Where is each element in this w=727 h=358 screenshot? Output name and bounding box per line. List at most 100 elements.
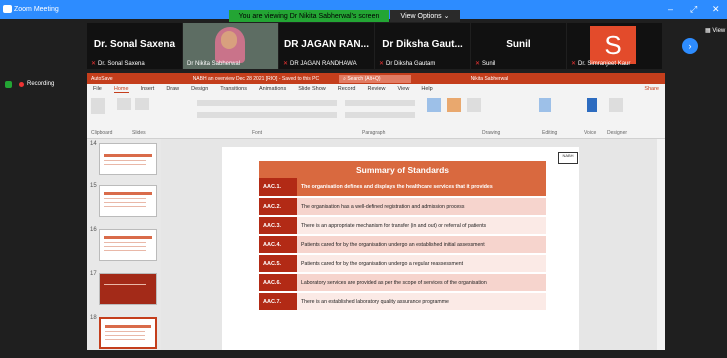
participant-tile[interactable]: S ✕ Dr. Simranjeet Kaur [567, 23, 662, 69]
table-row: AAC.3. There is an appropriate mechanism … [259, 216, 546, 236]
share-banner: You are viewing Dr Nikita Sabherwal's sc… [229, 10, 389, 22]
slide-logo: NABH [558, 152, 578, 164]
vertical-scrollbar[interactable] [657, 139, 665, 358]
share-button[interactable]: Share [644, 86, 659, 92]
participant-tile[interactable]: Dr Diksha Gaut... ✕ Dr Diksha Gautam [375, 23, 470, 69]
thumb-number: 15 [90, 183, 97, 189]
reuse-slides-icon[interactable] [135, 98, 149, 110]
tab-record[interactable]: Record [338, 86, 356, 92]
participant-label: Sunil [482, 61, 496, 67]
slide-thumbnail[interactable] [99, 143, 157, 175]
tab-slide-show[interactable]: Slide Show [298, 86, 326, 92]
tab-draw[interactable]: Draw [166, 86, 179, 92]
tab-home[interactable]: Home [113, 86, 129, 93]
standards-table: Summary of Standards AAC.1. The organisat… [259, 161, 546, 312]
participant-label: Dr. Sonal Saxena [98, 61, 145, 67]
font-format-controls[interactable] [197, 112, 337, 118]
zoom-toolbar [0, 350, 727, 358]
tab-insert[interactable]: Insert [141, 86, 155, 92]
slide-title: Summary of Standards [259, 161, 546, 178]
thumb-number: 14 [90, 141, 97, 147]
tab-transitions[interactable]: Transitions [220, 86, 247, 92]
standard-code: AAC.4. [259, 235, 297, 255]
participant-tile[interactable]: Dr. Sonal Saxena ✕ Dr. Sonal Saxena [87, 23, 182, 69]
participant-label: Dr. Simranjeet Kaur [578, 61, 631, 67]
mic-muted-icon: ✕ [379, 61, 385, 67]
ribbon: Clipboard Slides Font Paragraph Drawing … [87, 94, 665, 139]
group-designer: Designer [607, 130, 628, 136]
thumb-number: 16 [90, 227, 97, 233]
search-box[interactable]: ⌕ Search (Alt+Q) [339, 74, 411, 83]
slide[interactable]: NABH Summary of Standards AAC.1. The orga… [222, 147, 579, 352]
participant-gallery: Dr. Sonal Saxena ✕ Dr. Sonal Saxena Dr Ni… [87, 23, 687, 69]
arrange-icon[interactable] [447, 98, 461, 112]
slide-thumbnail[interactable] [99, 229, 157, 261]
shapes-icon[interactable] [427, 98, 441, 112]
slide-thumbnail[interactable] [99, 273, 157, 305]
tab-view[interactable]: View [398, 86, 410, 92]
table-row: AAC.1. The organisation defines and displ… [259, 178, 546, 198]
ppt-title-bar: AutoSave NABH an overview Dec 28 2021 [R… [87, 73, 665, 84]
view-button[interactable]: ▦ View [705, 27, 725, 34]
table-row: AAC.5. Patients cared for by the organisa… [259, 254, 546, 274]
thumb-number: 17 [90, 271, 97, 277]
standard-code: AAC.7. [259, 292, 297, 312]
mic-muted-icon: ✕ [571, 61, 577, 67]
avatar: S [590, 26, 636, 64]
standard-text: Patients cared for by the organisation u… [297, 254, 546, 274]
participant-tile[interactable]: DR JAGAN RAN... ✕ DR JAGAN RANDHAWA [279, 23, 374, 69]
standard-text: There is an established laboratory quali… [297, 292, 546, 312]
tab-review[interactable]: Review [367, 86, 385, 92]
group-clipboard: Clipboard [91, 130, 113, 136]
alignment-controls[interactable] [345, 112, 415, 118]
tab-file[interactable]: File [93, 86, 102, 92]
group-voice: Voice [584, 130, 597, 136]
recording-label: Recording [27, 81, 55, 87]
participant-tile-video[interactable]: Dr Nikita Sabherwal [183, 23, 278, 69]
view-options-button[interactable]: View Options ⌄ [390, 10, 460, 22]
font-controls[interactable] [197, 100, 337, 106]
video-face [221, 31, 237, 49]
group-font: Font [252, 130, 263, 136]
user-name[interactable]: Nikita Sabherwal [471, 76, 509, 82]
group-drawing: Drawing [482, 130, 501, 136]
document-title: NABH an overview Dec 28 2021 [RIO] - Sav… [192, 75, 320, 82]
standard-code: AAC.5. [259, 254, 297, 274]
tab-design[interactable]: Design [191, 86, 208, 92]
quick-styles-icon[interactable] [467, 98, 481, 112]
group-slides: Slides [132, 130, 146, 136]
standard-text: The organisation defines and displays th… [297, 178, 546, 198]
slide-thumbnail-selected[interactable] [99, 317, 157, 349]
next-page-button[interactable]: › [682, 38, 698, 54]
zoom-app-title: Zoom Meeting [14, 6, 59, 13]
participant-name: Dr Diksha Gaut... [382, 39, 463, 50]
close-icon[interactable]: ✕ [712, 4, 720, 15]
tab-animations[interactable]: Animations [259, 86, 286, 92]
standard-text: Laboratory services are provided as per … [297, 273, 546, 293]
dictate-icon[interactable] [587, 98, 597, 112]
participant-tile[interactable]: Sunil ✕ Sunil [471, 23, 566, 69]
recording-indicator[interactable]: Recording [19, 81, 54, 87]
mic-muted-icon: ✕ [475, 61, 481, 67]
participant-label: Dr Diksha Gautam [386, 61, 436, 67]
chevron-right-icon: › [688, 41, 692, 51]
standard-text: The organisation has a well-defined regi… [297, 197, 546, 217]
zoom-logo-icon [3, 5, 12, 13]
standard-code: AAC.2. [259, 197, 297, 217]
autosave-toggle[interactable]: AutoSave [91, 76, 113, 82]
minimize-icon[interactable]: – [668, 4, 673, 14]
slide-thumbnail[interactable] [99, 185, 157, 217]
ribbon-tabs: File Home Insert Draw Design Transitions… [87, 84, 665, 94]
new-slide-icon[interactable] [117, 98, 131, 110]
powerpoint-window: AutoSave NABH an overview Dec 28 2021 [R… [87, 73, 665, 358]
tab-help[interactable]: Help [421, 86, 432, 92]
find-icon[interactable] [539, 98, 551, 112]
maximize-icon[interactable]: ⤢ [690, 4, 697, 15]
shield-icon [5, 81, 12, 88]
paragraph-controls[interactable] [345, 100, 415, 106]
paste-icon[interactable] [91, 98, 105, 114]
table-row: AAC.4. Patients cared for by the organisa… [259, 235, 546, 255]
design-ideas-icon[interactable] [609, 98, 623, 112]
left-rail [0, 70, 87, 358]
participant-name: Dr. Sonal Saxena [93, 39, 176, 50]
